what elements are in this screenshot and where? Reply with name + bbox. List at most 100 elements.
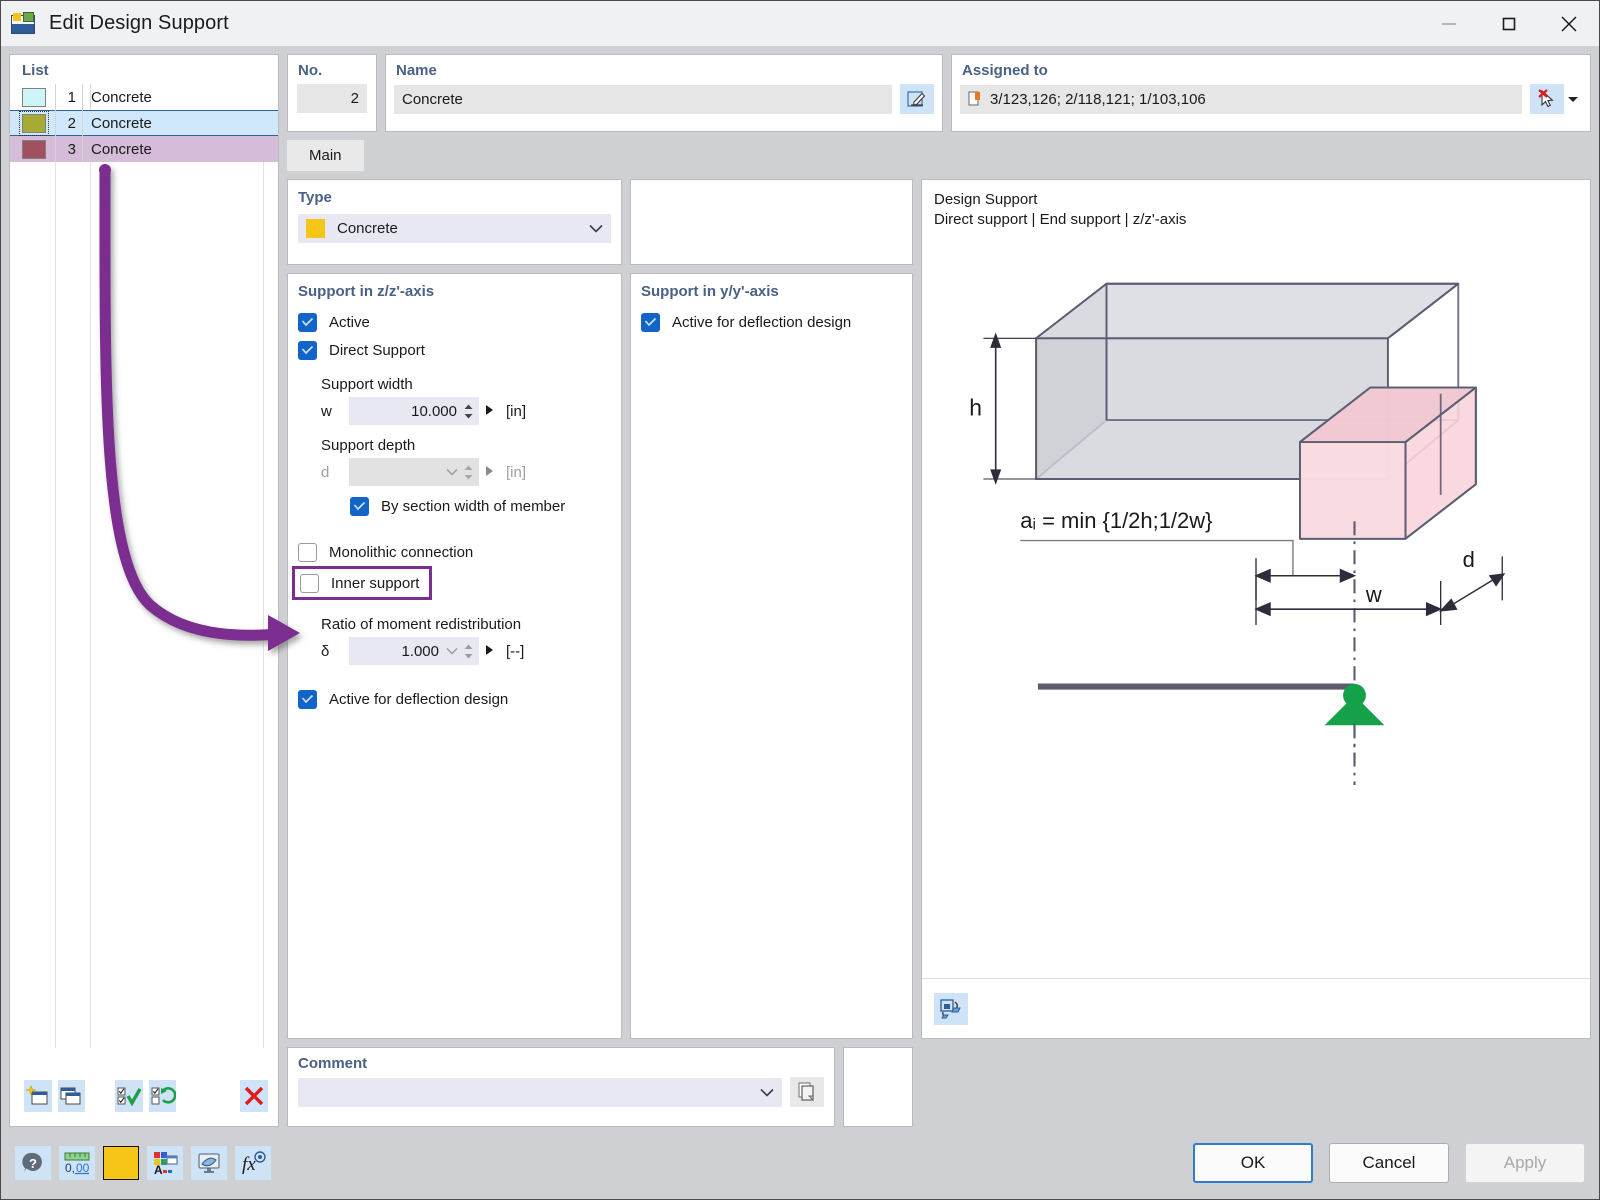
checkbox-active-deflection-y[interactable] [641, 313, 660, 332]
support-y-group: Support in y/y'-axis Active for deflecti… [630, 273, 913, 1039]
checkbox-inner-support[interactable] [300, 574, 319, 593]
spinner-icon[interactable] [461, 397, 475, 425]
help-button[interactable]: ? [15, 1146, 51, 1180]
inner-support-label: Inner support [331, 575, 419, 592]
spinner-icon [461, 458, 475, 486]
units-button[interactable]: 0, 00 [59, 1146, 95, 1180]
cancel-button[interactable]: Cancel [1329, 1143, 1449, 1183]
spinner-icon[interactable] [461, 637, 475, 665]
comment-input[interactable] [298, 1078, 782, 1107]
active-deflection-y-row[interactable]: Active for deflection design [631, 308, 912, 336]
height-dimension [983, 334, 1036, 482]
left-settings-column: Type Concrete Support in z/z'-axis [287, 179, 622, 1039]
list-item[interactable]: 3 Concrete [10, 136, 278, 162]
middle-settings-column: Support in y/y'-axis Active for deflecti… [630, 179, 913, 1039]
invert-selection-button[interactable] [149, 1080, 177, 1112]
name-label: Name [386, 55, 942, 84]
monolithic-row[interactable]: Monolithic connection [288, 538, 621, 566]
ratio-moment-input[interactable]: 1.000 [349, 637, 479, 665]
display-properties-button[interactable]: A [147, 1146, 183, 1180]
edit-pencil-icon[interactable] [900, 84, 934, 114]
checkbox-active[interactable] [298, 313, 317, 332]
tab-main[interactable]: Main [287, 140, 364, 171]
svg-text:?: ? [29, 1156, 37, 1171]
checkbox-monolithic[interactable] [298, 543, 317, 562]
number-label: No. [288, 55, 376, 84]
window-title: Edit Design Support [49, 12, 229, 35]
active-deflection-z-row[interactable]: Active for deflection design [288, 685, 621, 713]
copy-pages-icon[interactable] [790, 1077, 824, 1107]
member-icon [968, 91, 982, 107]
chevron-down-icon [443, 468, 461, 476]
support-node-icon [1325, 683, 1385, 724]
tab-content: Type Concrete Support in z/z'-axis [287, 179, 1591, 1039]
chevron-down-icon [587, 224, 605, 233]
item-color-swatch [22, 88, 46, 107]
ratio-moment-value: 1.000 [349, 643, 443, 660]
active-deflection-y-label: Active for deflection design [672, 314, 851, 331]
support-z-active-row[interactable]: Active [288, 308, 621, 336]
footer-buttons: OK Cancel Apply [1193, 1143, 1585, 1183]
chevron-down-icon[interactable] [443, 647, 461, 655]
support-width-symbol: w [321, 403, 349, 420]
formula-leader [1020, 540, 1293, 575]
copy-item-button[interactable] [58, 1080, 86, 1112]
item-name: Concrete [83, 141, 152, 158]
chevron-down-icon[interactable] [758, 1088, 776, 1097]
expand-arrow-icon[interactable] [485, 403, 494, 420]
assigned-label: Assigned to [952, 55, 1590, 84]
support-z-title: Support in z/z'-axis [288, 282, 621, 308]
ratio-moment-unit: [--] [506, 643, 524, 660]
new-item-button[interactable] [24, 1080, 52, 1112]
expand-arrow-icon[interactable] [485, 643, 494, 660]
list-panel-empty-area [10, 162, 278, 1072]
select-cursor-icon[interactable] [1530, 84, 1564, 114]
inner-support-row[interactable]: Inner support [292, 566, 432, 600]
support-depth-label: Support depth [288, 437, 621, 454]
list-item[interactable]: 1 Concrete [10, 84, 278, 110]
select-all-button[interactable] [115, 1080, 143, 1112]
support-depth-symbol: d [321, 464, 349, 481]
support-width-input[interactable]: 10.000 [349, 397, 479, 425]
height-label: h [969, 394, 982, 420]
type-group-title: Type [288, 188, 621, 214]
footer-icon-bar: ? 0, 00 [15, 1146, 271, 1180]
visibility-button[interactable] [191, 1146, 227, 1180]
checkbox-by-section-width[interactable] [350, 497, 369, 516]
name-group: Name Concrete [385, 54, 943, 132]
ai-dimension [1256, 558, 1354, 600]
maximize-button[interactable] [1479, 1, 1539, 46]
number-input[interactable]: 2 [297, 84, 367, 113]
list-toolbar [10, 1072, 278, 1126]
close-button[interactable] [1539, 1, 1599, 46]
graphics-canvas[interactable]: h aᵢ = min {1/2h;1/2w} [922, 231, 1590, 979]
formula-button[interactable]: fx [235, 1146, 271, 1180]
checkbox-direct-support[interactable] [298, 341, 317, 360]
svg-text:A: A [154, 1163, 163, 1175]
middle-spacer-group [630, 179, 913, 265]
type-dropdown[interactable]: Concrete [298, 214, 611, 243]
graphics-caption-line1: Design Support [934, 190, 1590, 210]
minimize-button[interactable] [1419, 1, 1479, 46]
window-controls [1419, 1, 1599, 46]
list-item[interactable]: 2 Concrete [10, 110, 278, 136]
item-color-swatch [22, 140, 46, 159]
direct-support-label: Direct Support [329, 342, 425, 359]
name-input[interactable]: Concrete [394, 85, 892, 114]
color-button[interactable] [103, 1146, 139, 1180]
by-section-width-row[interactable]: By section width of member [288, 492, 621, 520]
direct-support-row[interactable]: Direct Support [288, 336, 621, 364]
support-z-group: Support in z/z'-axis Active Direct Su [287, 273, 622, 1039]
width-dimension [1256, 575, 1441, 624]
caret-down-icon[interactable] [1564, 84, 1582, 114]
assigned-input[interactable]: 3/123,126; 2/118,121; 1/103,106 [960, 85, 1522, 114]
tab-strip: Main [287, 140, 1591, 171]
comment-row: Comment [287, 1047, 1591, 1127]
main-area: No. 2 Name Concrete [287, 54, 1591, 1127]
checkbox-active-deflection-z[interactable] [298, 690, 317, 709]
support-depth-input [349, 458, 479, 486]
ok-button[interactable]: OK [1193, 1143, 1313, 1183]
render-mode-icon[interactable] [934, 993, 968, 1025]
delete-item-button[interactable] [240, 1080, 268, 1112]
support-y-title: Support in y/y'-axis [631, 282, 912, 308]
